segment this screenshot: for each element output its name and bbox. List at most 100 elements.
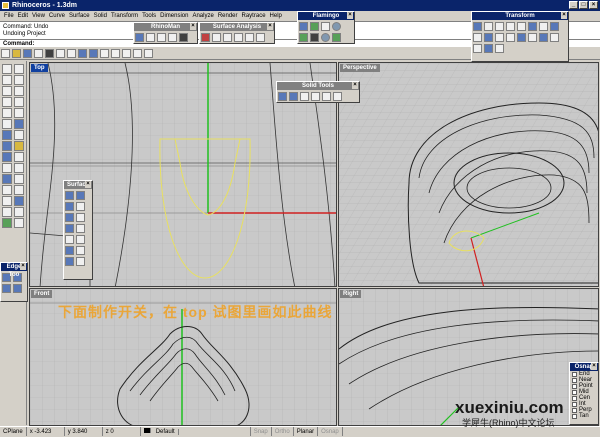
lock-icon[interactable] (14, 207, 24, 217)
plant-icon[interactable] (332, 33, 341, 42)
close-button[interactable]: × (589, 1, 598, 9)
project-icon[interactable] (539, 33, 548, 42)
flow-icon[interactable] (506, 33, 515, 42)
zoom-window-icon[interactable] (133, 49, 142, 58)
pan-icon[interactable] (100, 49, 109, 58)
viewport-top-label[interactable]: Top (31, 64, 48, 72)
mesh-icon[interactable] (2, 141, 12, 151)
move-icon[interactable] (473, 22, 482, 31)
edge-tool-icon[interactable] (2, 284, 11, 293)
close-icon[interactable]: × (561, 12, 567, 19)
zoom-extents-icon[interactable] (144, 49, 153, 58)
align-icon[interactable] (550, 22, 559, 31)
taper-icon[interactable] (495, 33, 504, 42)
group-icon[interactable] (2, 152, 12, 162)
viewport-right-label[interactable]: Right (340, 290, 362, 298)
menu-solid[interactable]: Solid (92, 11, 109, 21)
menu-dimension[interactable]: Dimension (158, 11, 190, 21)
curve-icon[interactable] (14, 108, 24, 118)
save-icon[interactable] (23, 49, 32, 58)
close-icon[interactable]: × (267, 23, 273, 30)
dimension-icon[interactable] (14, 196, 24, 206)
zebra-icon[interactable] (234, 33, 243, 42)
shear-icon[interactable] (517, 33, 526, 42)
join-icon[interactable] (14, 174, 24, 184)
rebuild-icon[interactable] (14, 185, 24, 195)
rotate-icon[interactable] (495, 22, 504, 31)
rectangle-icon[interactable] (14, 97, 24, 107)
bend-icon[interactable] (484, 33, 493, 42)
minimize-button[interactable]: _ (569, 1, 578, 9)
menu-edit[interactable]: Edit (16, 11, 30, 21)
trim-icon[interactable] (14, 163, 24, 173)
menu-transform[interactable]: Transform (109, 11, 140, 21)
properties-icon[interactable] (14, 218, 24, 228)
orient-icon[interactable] (539, 22, 548, 31)
scale-icon[interactable] (506, 22, 515, 31)
patch-icon[interactable] (65, 235, 74, 244)
rhinoman-tool-icon[interactable] (179, 33, 188, 42)
environment-map-icon[interactable] (223, 33, 232, 42)
freeform-icon[interactable] (2, 119, 12, 129)
line-icon[interactable] (2, 75, 12, 85)
sweep2-icon[interactable] (76, 224, 85, 233)
polyline-icon[interactable] (14, 75, 24, 85)
split-icon[interactable] (2, 174, 12, 184)
osnap-tan[interactable]: Tan (570, 413, 598, 419)
viewport-perspective-label[interactable]: Perspective (340, 64, 380, 72)
status-osnap[interactable]: Osnap (318, 427, 343, 436)
mirror-icon[interactable] (517, 22, 526, 31)
select-arrow-icon[interactable] (2, 64, 12, 74)
close-icon[interactable]: × (85, 181, 91, 188)
rhinoman-tool-icon[interactable] (157, 33, 166, 42)
solid-icon[interactable] (14, 130, 24, 140)
menu-raytrace[interactable]: Raytrace (240, 11, 268, 21)
rotate-view-icon[interactable] (111, 49, 120, 58)
boolean-union-icon[interactable] (278, 92, 287, 101)
new-file-icon[interactable] (1, 49, 10, 58)
network-icon[interactable] (76, 235, 85, 244)
revolve-icon[interactable] (65, 213, 74, 222)
print-icon[interactable] (34, 49, 43, 58)
cap-icon[interactable] (311, 92, 320, 101)
camera-icon[interactable] (310, 33, 319, 42)
render-icon[interactable] (299, 22, 308, 31)
menu-curve[interactable]: Curve (47, 11, 67, 21)
copy-object-icon[interactable] (484, 22, 493, 31)
rail-revolve-icon[interactable] (76, 213, 85, 222)
twist-icon[interactable] (473, 33, 482, 42)
planar-icon[interactable] (65, 246, 74, 255)
polygon-icon[interactable] (2, 108, 12, 118)
viewport-perspective[interactable]: Perspective (338, 62, 599, 287)
sphere-icon[interactable] (332, 22, 341, 31)
viewport-front-label[interactable]: Front (31, 290, 53, 298)
close-icon[interactable]: × (347, 12, 353, 19)
heightfield-icon[interactable] (65, 257, 74, 266)
menu-render[interactable]: Render (216, 11, 240, 21)
close-icon[interactable]: × (591, 363, 597, 370)
menu-file[interactable]: File (2, 11, 16, 21)
blend-icon[interactable] (76, 257, 85, 266)
open-folder-icon[interactable] (12, 49, 21, 58)
hide-icon[interactable] (2, 207, 12, 217)
material-icon[interactable] (310, 22, 319, 31)
boxmorph-icon[interactable] (484, 44, 493, 53)
cage-icon[interactable] (473, 44, 482, 53)
close-icon[interactable]: × (190, 23, 196, 30)
menu-tools[interactable]: Tools (140, 11, 158, 21)
menu-view[interactable]: View (30, 11, 47, 21)
rhinoman-tool-icon[interactable] (135, 33, 144, 42)
status-snap[interactable]: Snap (251, 427, 272, 436)
fillet-icon[interactable] (14, 152, 24, 162)
rhinoman-tool-icon[interactable] (168, 33, 177, 42)
ellipse-icon[interactable] (2, 97, 12, 107)
sweep1-icon[interactable] (65, 224, 74, 233)
arc-icon[interactable] (14, 86, 24, 96)
undo-icon[interactable] (78, 49, 87, 58)
surface-icon[interactable] (14, 119, 24, 129)
edge-analysis-icon[interactable] (256, 33, 265, 42)
offset-icon[interactable] (2, 163, 12, 173)
array-icon[interactable] (528, 22, 537, 31)
curvature-icon[interactable] (201, 33, 210, 42)
text-icon[interactable] (2, 196, 12, 206)
